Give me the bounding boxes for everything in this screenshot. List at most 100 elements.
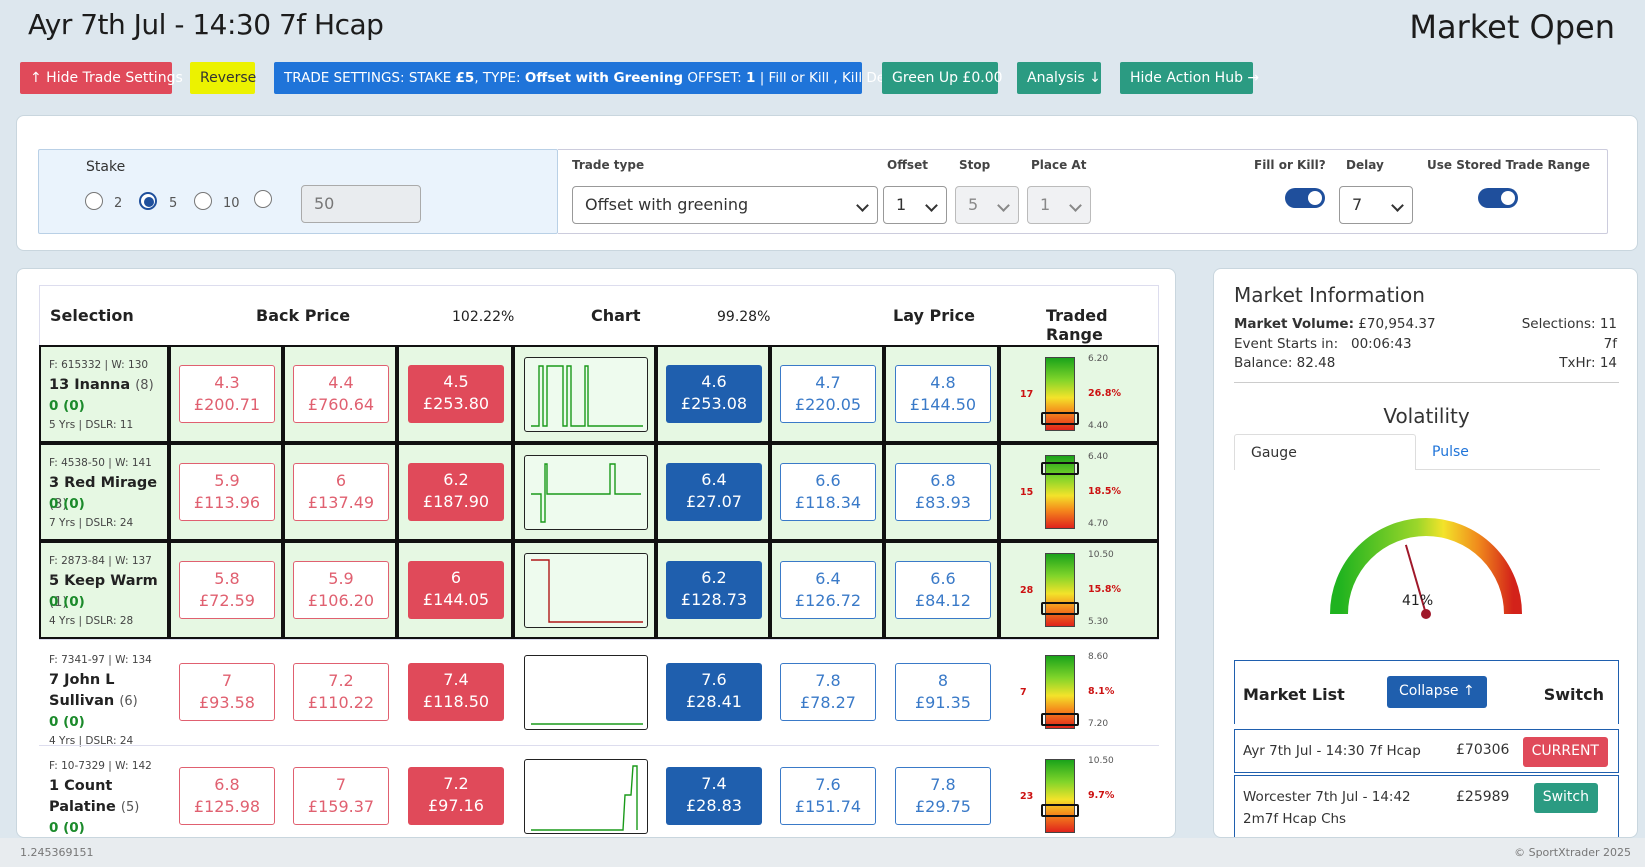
trading-grid: Selection Back Price 102.22% Chart 99.28… bbox=[16, 268, 1176, 838]
runner-name[interactable]: 13 Inanna (8) bbox=[49, 375, 174, 396]
market-list-item[interactable]: Ayr 7th Jul - 14:30 7f Hcap £70306 CURRE… bbox=[1234, 729, 1619, 773]
lay-price-button[interactable]: 6.8 £83.93 bbox=[895, 463, 991, 521]
price-amount: £760.64 bbox=[307, 395, 375, 414]
runner-pl-pending: (0) bbox=[63, 496, 85, 512]
stop-select[interactable]: 5 bbox=[955, 186, 1019, 224]
lay-price-button[interactable]: 7.8 £29.75 bbox=[895, 767, 991, 825]
runner-name[interactable]: 7 John L Sullivan (6) bbox=[49, 670, 174, 712]
back-price-button[interactable]: 7.2 £110.22 bbox=[293, 663, 389, 721]
runner-price-chart[interactable] bbox=[524, 455, 648, 530]
lay-price-button[interactable]: 7.6 £28.41 bbox=[666, 663, 762, 721]
runner-price-chart[interactable] bbox=[524, 553, 648, 628]
race-distance: 7f bbox=[1603, 336, 1617, 352]
back-price-button[interactable]: 7 £93.58 bbox=[179, 663, 275, 721]
back-price-button[interactable]: 5.9 £113.96 bbox=[179, 463, 275, 521]
switch-button[interactable]: Switch bbox=[1533, 783, 1598, 813]
back-price-button[interactable]: 6 £137.49 bbox=[293, 463, 389, 521]
offset-label: Offset bbox=[887, 158, 928, 172]
header-lay-book-pct: 99.28% bbox=[717, 309, 771, 325]
lay-price-button[interactable]: 6.6 £84.12 bbox=[895, 561, 991, 619]
delay-select[interactable]: 7 bbox=[1339, 186, 1413, 224]
traded-range-thumb bbox=[1041, 602, 1079, 615]
runner-row: F: 615332 | W: 130 13 Inanna (8) 0 (0) 5 Yr… bbox=[39, 345, 1159, 443]
back-price-button[interactable]: 4.3 £200.71 bbox=[179, 365, 275, 423]
market-list-item-volume: £70306 bbox=[1456, 742, 1510, 758]
market-id: 1.245369151 bbox=[20, 846, 94, 859]
lay-price-button[interactable]: 4.8 £144.50 bbox=[895, 365, 991, 423]
collapse-button[interactable]: Collapse ↑ bbox=[1387, 676, 1487, 708]
stored-range-toggle[interactable] bbox=[1478, 188, 1518, 208]
volatility-gauge bbox=[1330, 518, 1522, 619]
traded-range: 28 10.50 15.8% 5.30 bbox=[999, 541, 1159, 639]
back-price-button[interactable]: 4.5 £253.80 bbox=[408, 365, 504, 423]
runner-pl-pending: (0) bbox=[63, 398, 85, 414]
lay-price-button[interactable]: 7.8 £78.27 bbox=[780, 663, 876, 721]
price-amount: £28.41 bbox=[686, 692, 742, 711]
stake-radio-custom[interactable] bbox=[254, 190, 272, 208]
stake-radio-10[interactable] bbox=[194, 192, 212, 210]
stake-radio-5-label: 5 bbox=[169, 196, 178, 211]
market-list-item[interactable]: Worcester 7th Jul - 14:42 2m7f Hcap Chs … bbox=[1234, 775, 1619, 837]
back-price-button[interactable]: 7.4 £118.50 bbox=[408, 663, 504, 721]
price-amount: £128.73 bbox=[680, 590, 748, 609]
sparkline-path bbox=[531, 463, 641, 523]
runner-name[interactable]: 1 Count Palatine (5) bbox=[49, 776, 174, 818]
runner-name-text: 3 Red Mirage bbox=[49, 475, 158, 491]
back-price-button[interactable]: 6.2 £187.90 bbox=[408, 463, 504, 521]
lay-price-button[interactable]: 8 £91.35 bbox=[895, 663, 991, 721]
stake-radio-5[interactable] bbox=[139, 192, 157, 210]
stop-label: Stop bbox=[959, 158, 991, 172]
stake-radio-2-label: 2 bbox=[114, 196, 123, 211]
price-odds: 6.2 bbox=[701, 568, 727, 587]
lay-price-button[interactable]: 4.7 £220.05 bbox=[780, 365, 876, 423]
runner-price-chart[interactable] bbox=[524, 357, 648, 432]
back-price-button[interactable]: 4.4 £760.64 bbox=[293, 365, 389, 423]
place-at-select[interactable]: 1 bbox=[1027, 186, 1091, 224]
back-price-button[interactable]: 5.9 £106.20 bbox=[293, 561, 389, 619]
price-odds: 4.4 bbox=[328, 373, 354, 392]
runner-price-chart[interactable] bbox=[524, 759, 648, 834]
traded-pct: 8.1% bbox=[1088, 686, 1115, 697]
tab-pulse[interactable]: Pulse bbox=[1416, 434, 1600, 470]
back-price-button[interactable]: 6 £144.05 bbox=[408, 561, 504, 619]
stake-label: Stake bbox=[86, 159, 126, 175]
analysis-button[interactable]: Analysis ↓ bbox=[1017, 62, 1101, 94]
lay-price-button[interactable]: 4.6 £253.08 bbox=[666, 365, 762, 423]
lay-price-button[interactable]: 6.2 £128.73 bbox=[666, 561, 762, 619]
green-up-button[interactable]: Green Up £0.00 bbox=[882, 62, 1003, 94]
traded-high: 6.20 bbox=[1088, 354, 1109, 364]
trade-type-value: Offset with greening bbox=[585, 195, 749, 214]
toolbar: ↑ Hide Trade Settings Reverse TRADE SETT… bbox=[20, 62, 1320, 94]
delay-label: Delay bbox=[1346, 158, 1384, 172]
trade-settings-summary[interactable]: TRADE SETTINGS: STAKE £5, TYPE: Offset w… bbox=[274, 62, 922, 94]
back-price-button[interactable]: 7 £159.37 bbox=[293, 767, 389, 825]
fill-or-kill-label: Fill or Kill? bbox=[1254, 158, 1326, 172]
back-price-button[interactable]: 6.8 £125.98 bbox=[179, 767, 275, 825]
tab-gauge[interactable]: Gauge bbox=[1234, 434, 1416, 470]
current-button[interactable]: CURRENT bbox=[1522, 737, 1608, 767]
runner-price-chart[interactable] bbox=[524, 655, 648, 730]
hide-action-hub-button[interactable]: Hide Action Hub → bbox=[1120, 62, 1259, 94]
price-odds: 7.6 bbox=[701, 670, 727, 689]
reverse-button[interactable]: Reverse bbox=[190, 62, 256, 94]
stake-custom-input[interactable]: 50 bbox=[301, 185, 421, 223]
price-odds: 7.8 bbox=[815, 671, 841, 690]
price-amount: £253.08 bbox=[680, 394, 748, 413]
volatility-title: Volatility bbox=[1383, 404, 1470, 428]
lay-price-button[interactable]: 6.6 £118.34 bbox=[780, 463, 876, 521]
hide-trade-settings-button[interactable]: ↑ Hide Trade Settings bbox=[20, 62, 183, 94]
lay-price-button[interactable]: 7.6 £151.74 bbox=[780, 767, 876, 825]
sparkline-path bbox=[531, 765, 638, 831]
lay-price-button[interactable]: 6.4 £126.72 bbox=[780, 561, 876, 619]
trade-type-select[interactable]: Offset with greening bbox=[572, 186, 878, 224]
price-amount: £97.16 bbox=[428, 796, 484, 815]
fill-or-kill-toggle[interactable] bbox=[1285, 188, 1325, 208]
stake-radio-2[interactable] bbox=[85, 192, 103, 210]
back-price-button[interactable]: 7.2 £97.16 bbox=[408, 767, 504, 825]
runner-form: F: 615332 | W: 130 bbox=[49, 359, 149, 371]
runner-row: F: 2873-84 | W: 137 5 Keep Warm (1) 0 (0) 4… bbox=[39, 541, 1159, 639]
lay-price-button[interactable]: 6.4 £27.07 bbox=[666, 463, 762, 521]
lay-price-button[interactable]: 7.4 £28.83 bbox=[666, 767, 762, 825]
offset-select[interactable]: 1 bbox=[883, 186, 947, 224]
back-price-button[interactable]: 5.8 £72.59 bbox=[179, 561, 275, 619]
